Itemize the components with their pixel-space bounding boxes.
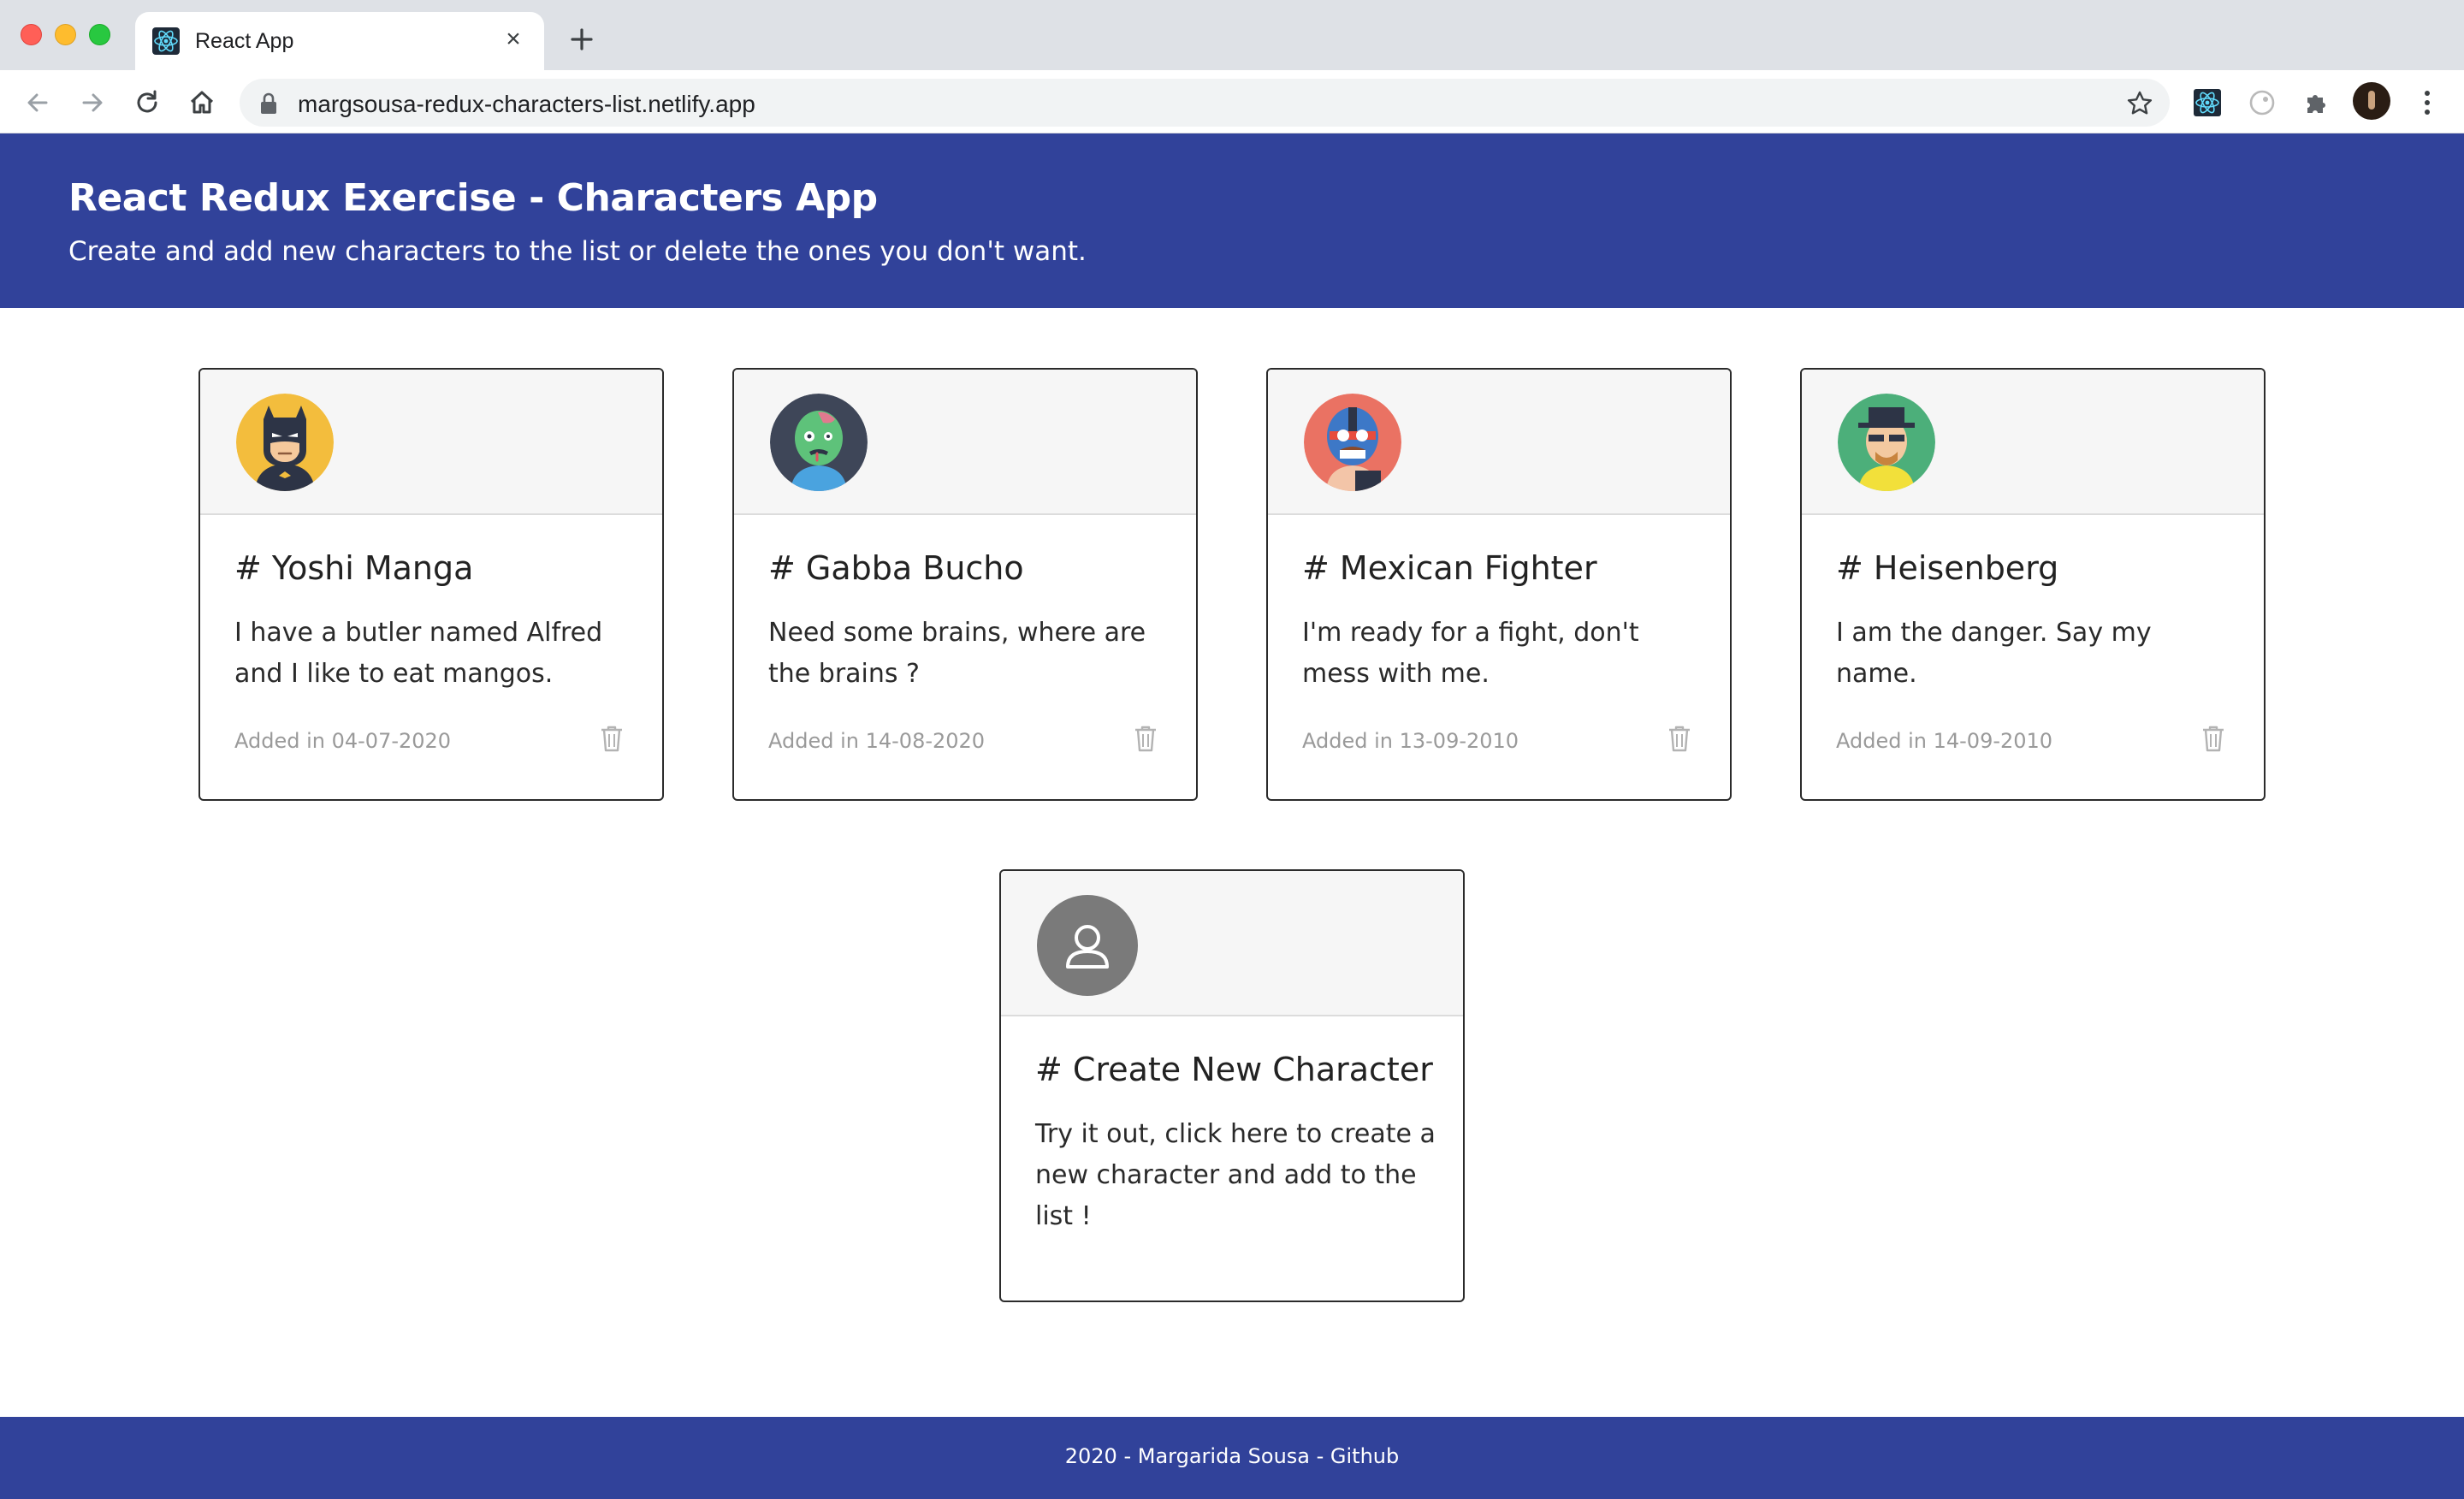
character-card: # Gabba Bucho Need some brains, where ar… (732, 368, 1198, 801)
character-card: # Mexican Fighter I'm ready for a fight,… (1266, 368, 1732, 801)
react-devtools-extension-icon[interactable] (2190, 86, 2224, 120)
lock-icon (258, 92, 279, 115)
create-character-card[interactable]: # Create New Character Try it out, click… (999, 869, 1465, 1302)
close-window-button[interactable] (21, 24, 42, 45)
card-header (1802, 370, 2264, 515)
profile-avatar[interactable] (2353, 82, 2390, 120)
trash-icon[interactable] (599, 724, 625, 753)
redux-extension-icon[interactable] (2245, 86, 2279, 120)
heisenberg-avatar (1838, 394, 1935, 491)
tab-title: React App (195, 29, 294, 53)
reload-icon[interactable] (130, 86, 164, 120)
maximize-window-button[interactable] (89, 24, 110, 45)
card-header (200, 370, 662, 515)
luchador-avatar (1304, 394, 1401, 491)
character-description: I am the danger. Say my name. (1836, 618, 2152, 689)
character-description: I have a butler named Alfred and I like … (234, 618, 603, 689)
home-icon[interactable] (185, 86, 219, 120)
forward-arrow-icon[interactable] (75, 86, 110, 120)
character-card: # Heisenberg I am the danger. Say my nam… (1800, 368, 2266, 801)
character-name: # Yoshi Manga (234, 549, 474, 587)
tab-close-icon[interactable]: × (498, 24, 529, 55)
extensions-puzzle-icon[interactable] (2300, 86, 2334, 120)
url-text: margsousa-redux-characters-list.netlify.… (298, 91, 755, 117)
card-header (734, 370, 1196, 515)
character-name: # Heisenberg (1836, 549, 2059, 587)
new-tab-plus-icon[interactable] (565, 22, 599, 56)
card-header (1268, 370, 1730, 515)
character-date: Added in 14-08-2020 (768, 729, 986, 753)
footer-text[interactable]: 2020 - Margarida Sousa - Github (1065, 1444, 1400, 1468)
react-favicon-icon (152, 27, 180, 55)
character-name: # Gabba Bucho (768, 549, 1024, 587)
browser-tab-bar: React App × (0, 0, 2464, 70)
minimize-window-button[interactable] (55, 24, 76, 45)
user-placeholder-icon (1037, 895, 1138, 996)
browser-tab-active[interactable]: React App × (135, 12, 544, 70)
character-date: Added in 04-07-2020 (234, 729, 452, 753)
trash-icon[interactable] (1667, 724, 1692, 753)
browser-menu-icon[interactable] (2413, 86, 2442, 120)
create-card-title: # Create New Character (1035, 1051, 1433, 1088)
card-header (1001, 871, 1463, 1016)
character-name: # Mexican Fighter (1302, 549, 1597, 587)
character-description: I'm ready for a fight, don't mess with m… (1302, 618, 1639, 689)
page-title: React Redux Exercise - Characters App (68, 176, 878, 220)
batman-avatar (236, 394, 334, 491)
back-arrow-icon[interactable] (21, 86, 55, 120)
trash-icon[interactable] (2200, 724, 2226, 753)
page-header: React Redux Exercise - Characters App Cr… (0, 133, 2464, 308)
character-description: Need some brains, where are the brains ? (768, 618, 1146, 689)
zombie-avatar (770, 394, 868, 491)
character-date: Added in 13-09-2010 (1302, 729, 1519, 753)
create-card-description: Try it out, click here to create a new c… (1035, 1119, 1436, 1231)
page-footer: 2020 - Margarida Sousa - Github (0, 1417, 2464, 1499)
trash-icon[interactable] (1133, 724, 1158, 753)
character-date: Added in 14-09-2010 (1836, 729, 2053, 753)
character-card: # Yoshi Manga I have a butler named Alfr… (198, 368, 664, 801)
bookmark-star-icon[interactable] (2125, 89, 2154, 118)
address-bar[interactable]: margsousa-redux-characters-list.netlify.… (240, 79, 2170, 127)
browser-toolbar: margsousa-redux-characters-list.netlify.… (0, 70, 2464, 133)
page-subtitle: Create and add new characters to the lis… (68, 236, 1087, 267)
